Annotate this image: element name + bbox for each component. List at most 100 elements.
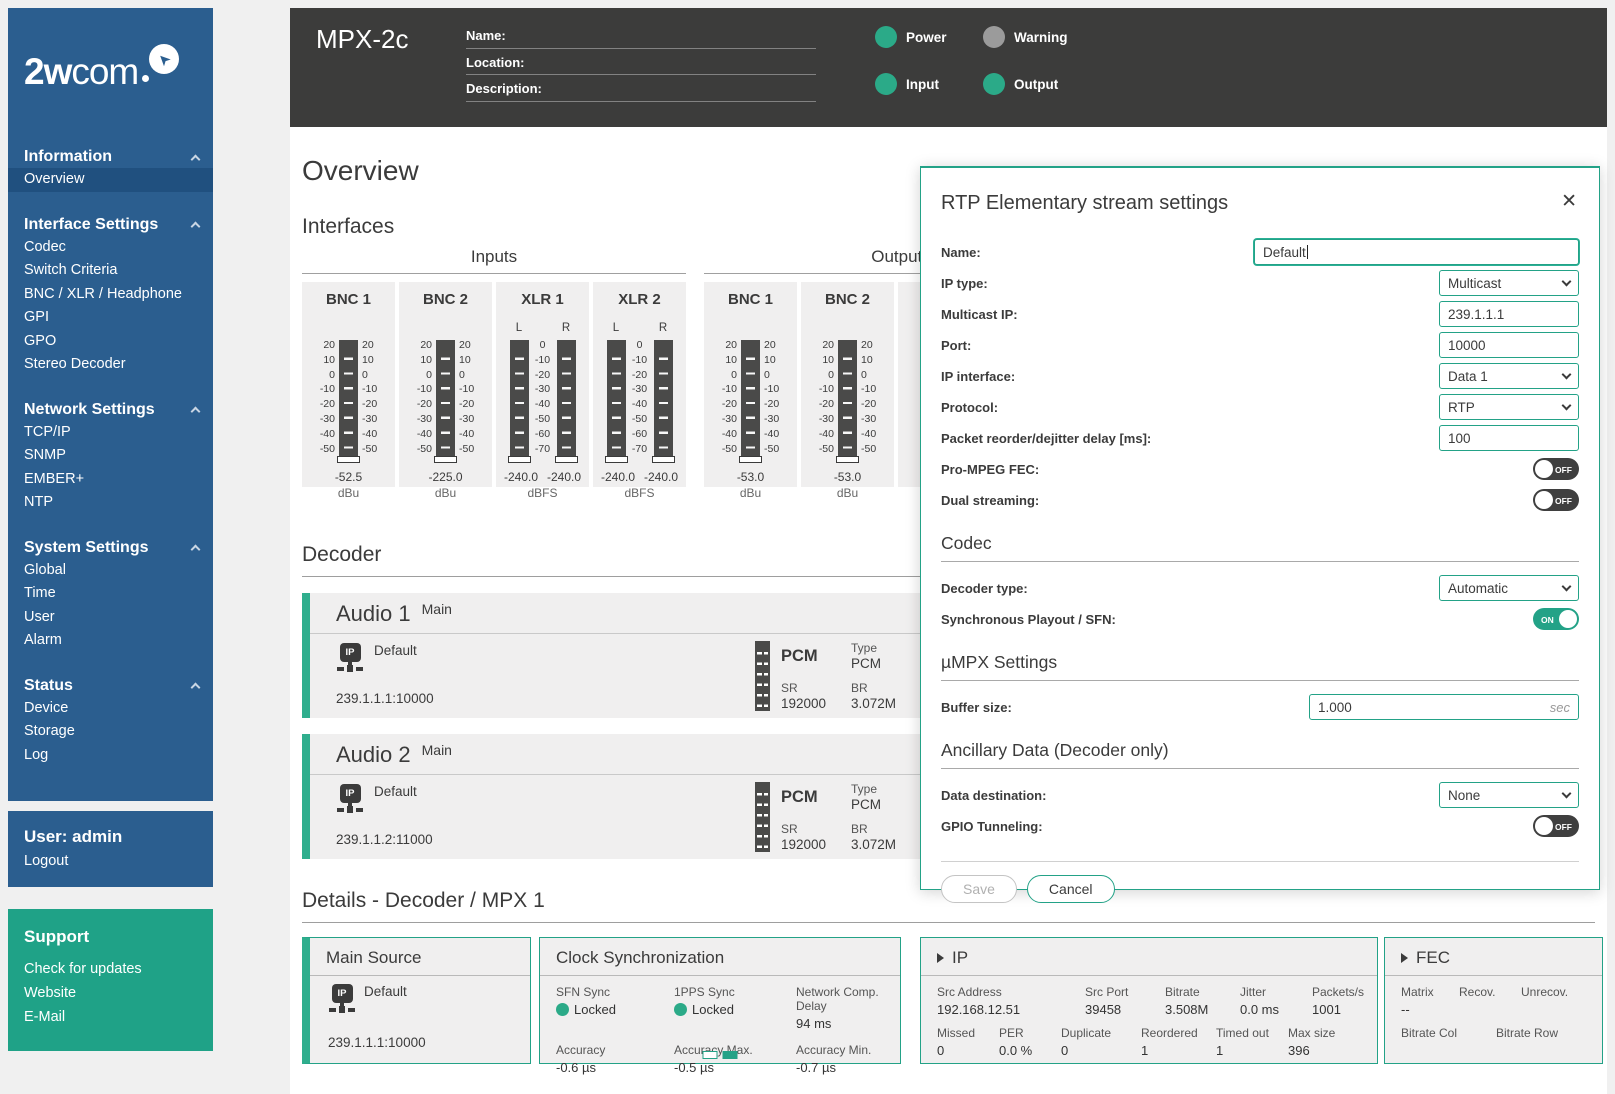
stat-label: Recov.	[1459, 985, 1496, 999]
buffer-size-input[interactable]: 1.000 sec	[1309, 694, 1579, 720]
logout-link[interactable]: Logout	[24, 853, 197, 869]
scale-tick-label: -40	[721, 427, 737, 440]
ip-stream-icon: IP	[336, 643, 364, 677]
codec-grid: PCM Type PCM SR 192000 BR 3.072M	[781, 641, 896, 711]
gpio-tunneling-toggle[interactable]: OFF	[1533, 815, 1579, 837]
sidebar-item-switch-criteria[interactable]: Switch Criteria	[8, 259, 213, 283]
stat-max-size: Max size 396	[1288, 1026, 1335, 1058]
sidebar-item-alarm[interactable]: Alarm	[8, 629, 213, 653]
sidebar-item-storage[interactable]: Storage	[8, 720, 213, 744]
scale-tick-label: 0	[731, 368, 737, 381]
carousel-dot[interactable]	[702, 1051, 718, 1059]
meter-readout: -53.0 dBu	[704, 470, 797, 500]
sidebar-item-bnc-xlr-headphone[interactable]: BNC / XLR / Headphone	[8, 283, 213, 307]
stat-row: Missed 0 PER 0.0 % Duplicate 0 Reordered 1 Timed…	[921, 1017, 1377, 1058]
ip-stats: Src Address 192.168.12.51 Src Port 39458 Bit…	[921, 976, 1377, 1058]
multicast-ip-input[interactable]: 239.1.1.1	[1439, 301, 1579, 327]
support-item-check-for-updates[interactable]: Check for updates	[24, 957, 197, 981]
ip-type-select[interactable]: Multicast	[1439, 270, 1579, 296]
fec-card-header[interactable]: FEC	[1385, 938, 1602, 975]
stat-label: Type	[851, 641, 878, 655]
device-header: MPX-2c Name: Location: Description: Power W…	[290, 8, 1607, 127]
stat-row: Matrix -- Recov. Unrecov.	[1385, 976, 1602, 1017]
cancel-button[interactable]: Cancel	[1026, 875, 1115, 903]
protocol-select[interactable]: RTP	[1439, 394, 1579, 420]
stat-label: SR	[781, 680, 798, 695]
stat-value-text: Locked	[692, 1002, 734, 1017]
dual-streaming-toggle[interactable]: OFF	[1533, 489, 1579, 511]
stat-value: 192.168.12.51	[937, 1002, 1021, 1017]
sidebar-item-codec[interactable]: Codec	[8, 236, 213, 260]
scale-tick-label: -20	[459, 398, 475, 411]
level-meter-bar	[651, 340, 675, 463]
meter-body: 20 10 0 -10 -20 -30 -40 -50 20 10 0 -10 -20 -30 -40 -50	[704, 322, 797, 463]
support-item-e-mail[interactable]: E-Mail	[24, 1005, 197, 1029]
port-input[interactable]: 10000	[1439, 332, 1579, 358]
scale-tick-label: 10	[362, 353, 374, 366]
user-title: User: admin	[24, 827, 123, 846]
brand-logo: 2wcom ➤	[8, 28, 213, 124]
sidebar-group-title-interface-settings[interactable]: Interface Settings	[8, 216, 213, 236]
synchronous-playout-sfn-toggle[interactable]: ON	[1533, 608, 1579, 630]
save-button[interactable]: Save	[941, 875, 1017, 903]
sidebar-item-gpi[interactable]: GPI	[8, 306, 213, 330]
codec-type: Type PCM	[851, 782, 896, 813]
sidebar-item-gpo[interactable]: GPO	[8, 330, 213, 354]
sidebar-item-ntp[interactable]: NTP	[8, 491, 213, 515]
scale-tick-label: -30	[362, 412, 378, 425]
sidebar-item-user[interactable]: User	[8, 606, 213, 630]
sidebar-item-overview[interactable]: Overview	[8, 168, 213, 192]
sidebar-item-stereo-decoder[interactable]: Stereo Decoder	[8, 353, 213, 377]
modal-row-dual-streaming: Dual streaming: OFF	[941, 487, 1579, 513]
main-source-address: 239.1.1.1:10000	[328, 1035, 426, 1050]
led-label: Warning	[1014, 29, 1068, 45]
ip-interface-select[interactable]: Data 1	[1439, 363, 1579, 389]
support-item-website[interactable]: Website	[24, 981, 197, 1005]
field-label: Packet reorder/dejitter delay [ms]:	[941, 430, 1152, 446]
pro-mpeg-fec-toggle[interactable]: OFF	[1533, 458, 1579, 480]
led-output: Output	[983, 73, 1103, 95]
meter-title: BNC 2	[422, 291, 468, 308]
stat-value: 3.072M	[851, 695, 897, 711]
sidebar-group-title-status[interactable]: Status	[8, 677, 213, 697]
codec-name: PCM	[781, 787, 818, 806]
sidebar-group-title-information[interactable]: Information	[8, 148, 213, 168]
locked-led-icon	[674, 1003, 687, 1016]
sidebar-item-time[interactable]: Time	[8, 582, 213, 606]
data-destination-select[interactable]: None	[1439, 782, 1579, 808]
codec-type: Type PCM	[851, 641, 896, 672]
meter-card-bnc-2: BNC 2 20 10 0 -10 -20 -30 -40 -50 20 10 0 -10 -20 -30-…	[801, 282, 894, 500]
scale-tick-label: -20	[534, 368, 551, 381]
scale-tick-label: -30	[818, 412, 834, 425]
carousel-dot-active[interactable]	[722, 1051, 738, 1059]
level-meter-bar	[554, 340, 578, 463]
sidebar-item-snmp[interactable]: SNMP	[8, 444, 213, 468]
meter-body: L 0 -10 -20 -30 -40 -50 -60 -70 R	[496, 322, 589, 463]
field-label: IP interface:	[941, 368, 1016, 384]
sidebar-group-system-settings: System Settings Global Time User Alarm	[8, 539, 213, 653]
field-label: GPIO Tunneling:	[941, 818, 1043, 834]
meter-values: -225.0	[399, 470, 492, 484]
meter-body: L 0 -10 -20 -30 -40 -50 -60 -70 R	[593, 322, 686, 463]
clock-sync-stats: SFN Sync Locked 1PPS Sync Locked Network Com…	[540, 976, 900, 1075]
sidebar-item-tcp-ip[interactable]: TCP/IP	[8, 421, 213, 445]
sidebar-group-title-system-settings[interactable]: System Settings	[8, 539, 213, 559]
name-input[interactable]: Default	[1254, 239, 1579, 265]
sidebar-item-log[interactable]: Log	[8, 744, 213, 768]
sidebar-item-device[interactable]: Device	[8, 697, 213, 721]
sidebar-item-ember[interactable]: EMBER+	[8, 468, 213, 492]
device-field-description: Description:	[466, 75, 816, 102]
field-label: Decoder type:	[941, 580, 1028, 596]
ip-card-header[interactable]: IP	[921, 938, 1377, 975]
level-meter-bar	[836, 340, 859, 463]
decoder-card-title: Audio 1	[336, 601, 411, 626]
close-icon[interactable]: ✕	[1561, 190, 1577, 213]
decoder-type-select[interactable]: Automatic	[1439, 575, 1579, 601]
scale-tick-label: 20	[764, 339, 776, 351]
packet-reorder-dejitter-delay-ms-input[interactable]: 100	[1439, 425, 1579, 451]
scale-tick-label: 0	[329, 368, 335, 381]
sidebar-group-title-network-settings[interactable]: Network Settings	[8, 401, 213, 421]
meter-scale: 20 10 0 -10 -20 -30 -40 -50	[414, 322, 436, 463]
scale-tick-label: 20	[362, 339, 374, 351]
sidebar-item-global[interactable]: Global	[8, 559, 213, 583]
